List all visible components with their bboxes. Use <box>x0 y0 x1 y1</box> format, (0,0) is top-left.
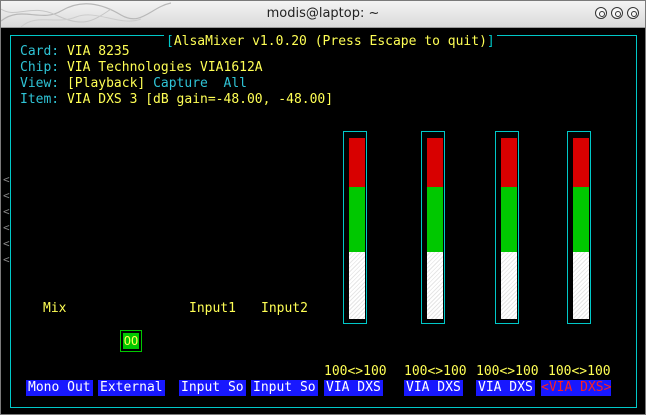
chip-value: VIA Technologies VIA1612A <box>66 60 263 75</box>
meter-segment-green <box>501 187 517 252</box>
volume-value: 100<>100 <box>548 364 611 379</box>
mix-label: Mix <box>43 301 67 316</box>
volume-meter <box>427 138 443 319</box>
volume-strip-3[interactable] <box>495 131 519 324</box>
view-row: View: [Playback] Capture All <box>20 76 247 91</box>
item-value: VIA DXS 3 [dB gain=-48.00, -48.00] <box>66 92 334 107</box>
input1-label: Input1 <box>189 301 236 316</box>
terminal-window: modis@laptop: ~ [AlsaMixer v1.0.20 (Pres… <box>0 0 646 415</box>
alsamixer-title: [AlsaMixer v1.0.20 (Press Escape to quit… <box>164 34 497 49</box>
terminal-area[interactable]: [AlsaMixer v1.0.20 (Press Escape to quit… <box>1 28 645 414</box>
volume-meter <box>573 138 589 319</box>
minimize-icon[interactable] <box>595 7 607 19</box>
channel-label-via-dxs-3[interactable]: VIA DXS <box>476 380 535 396</box>
scroll-left-icon: < <box>3 205 10 218</box>
channel-label-via-dxs-4-selected[interactable]: <VIA DXS> <box>541 380 612 396</box>
card-label: Card: <box>20 44 60 59</box>
view-all[interactable]: All <box>224 76 247 91</box>
scroll-left-icon: < <box>3 221 10 234</box>
meter-segment-green <box>349 187 365 252</box>
channel-label-input-source-1[interactable]: Input So <box>179 380 246 396</box>
meter-segment-white <box>349 252 365 319</box>
meter-segment-white <box>427 252 443 319</box>
volume-strip-2[interactable] <box>421 131 445 324</box>
volume-value: 100<>100 <box>476 364 539 379</box>
scroll-left-icon: < <box>3 189 10 202</box>
channel-label-input-source-2[interactable]: Input So <box>251 380 318 396</box>
meter-segment-red <box>501 138 517 187</box>
mute-toggle[interactable]: OO <box>120 330 142 352</box>
view-playback[interactable]: [Playback] <box>67 76 145 91</box>
volume-value: 100<>100 <box>324 364 387 379</box>
window-title: modis@laptop: ~ <box>266 6 380 21</box>
channel-label-mono-out[interactable]: Mono Out <box>26 380 93 396</box>
alsamixer-title-text: AlsaMixer v1.0.20 (Press Escape to quit) <box>173 34 487 49</box>
meter-segment-green <box>573 187 589 252</box>
channel-label-via-dxs-2[interactable]: VIA DXS <box>404 380 463 396</box>
meter-segment-red <box>349 138 365 187</box>
channel-label-via-dxs-1[interactable]: VIA DXS <box>324 380 383 396</box>
volume-meter <box>349 138 365 319</box>
chip-row: Chip: VIA Technologies VIA1612A <box>20 60 263 75</box>
window-titlebar[interactable]: modis@laptop: ~ <box>1 1 645 28</box>
item-row: Item: VIA DXS 3 [dB gain=-48.00, -48.00] <box>20 92 333 107</box>
card-value: VIA 8235 <box>66 44 130 59</box>
meter-segment-green <box>427 187 443 252</box>
scroll-left-icon: < <box>3 253 10 266</box>
input2-label: Input2 <box>261 301 308 316</box>
volume-value: 100<>100 <box>404 364 467 379</box>
volume-meter <box>501 138 517 319</box>
selected-left-marker: < <box>541 380 549 395</box>
view-capture[interactable]: Capture <box>153 76 208 91</box>
volume-strip-1[interactable] <box>343 131 367 324</box>
channel-label-via-dxs-4: VIA DXS <box>548 380 604 395</box>
view-label: View: <box>20 76 60 91</box>
card-row: Card: VIA 8235 <box>20 44 130 59</box>
volume-strip-4[interactable] <box>567 131 591 324</box>
meter-segment-red <box>573 138 589 187</box>
close-icon[interactable] <box>627 7 639 19</box>
scroll-left-icon: < <box>3 237 10 250</box>
selected-right-marker: > <box>603 380 612 395</box>
meter-segment-red <box>427 138 443 187</box>
chip-label: Chip: <box>20 60 60 75</box>
meter-segment-white <box>501 252 517 319</box>
channel-label-external[interactable]: External <box>98 380 165 396</box>
scroll-left-icon: < <box>3 173 10 186</box>
maximize-icon[interactable] <box>611 7 623 19</box>
mute-toggle-value: OO <box>123 333 139 349</box>
meter-segment-white <box>573 252 589 319</box>
item-label: Item: <box>20 92 60 107</box>
